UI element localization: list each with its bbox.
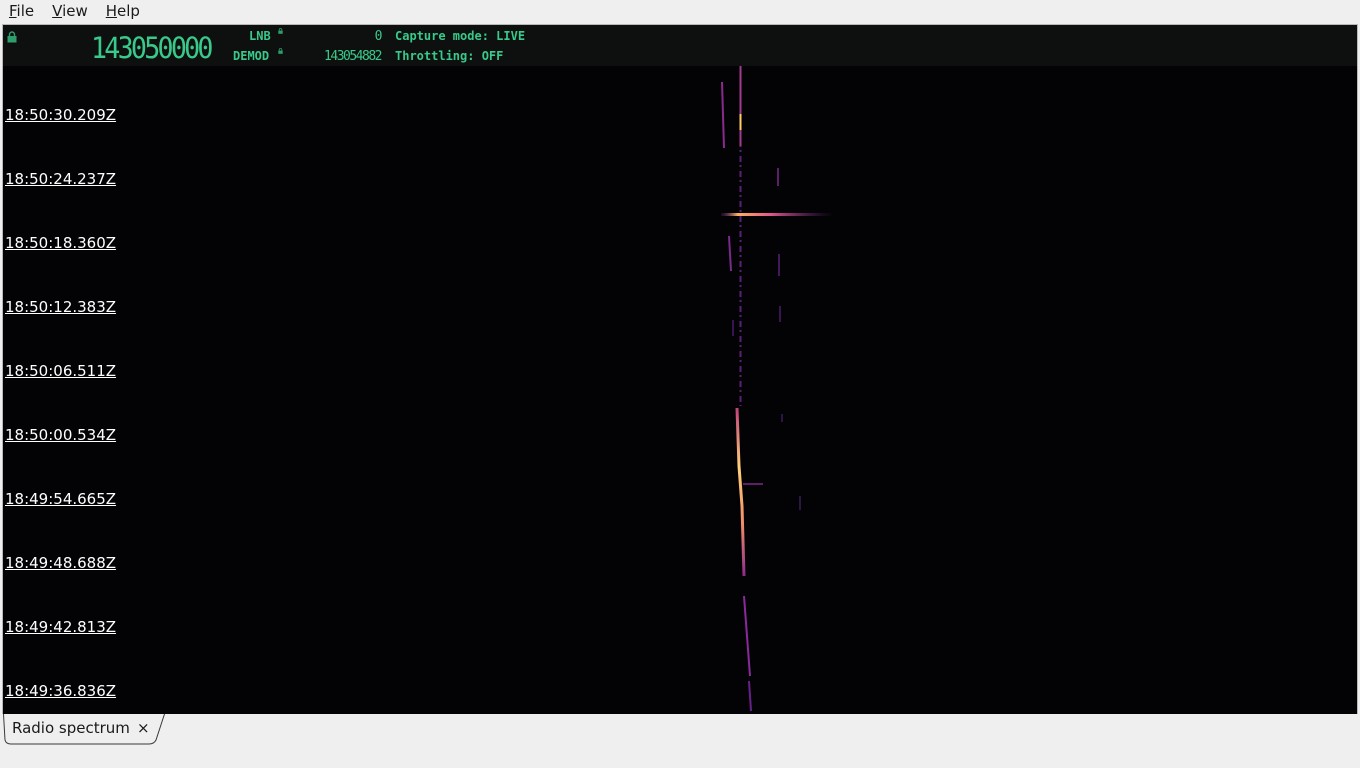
timestamp-label[interactable]: 18:50:18.360Z [5, 234, 116, 252]
timestamp-label[interactable]: 18:50:24.237Z [5, 170, 116, 188]
menu-view[interactable]: View [43, 0, 97, 22]
tab-label: Radio spectrum [12, 719, 130, 737]
timestamp-label[interactable]: 18:50:00.534Z [5, 426, 116, 444]
timestamp-label[interactable]: 18:49:42.813Z [5, 618, 116, 636]
tab-radio-spectrum[interactable]: Radio spectrum × [3, 714, 165, 745]
lnb-value[interactable]: 0 [303, 30, 383, 44]
timestamp-label[interactable]: 18:49:36.836Z [5, 682, 116, 700]
lnb-lock-icon[interactable] [278, 28, 283, 34]
drift-tail [743, 595, 751, 677]
waterfall-display[interactable] [3, 66, 1357, 715]
demod-lock-icon[interactable] [278, 48, 283, 54]
timestamp-label[interactable]: 18:49:48.688Z [5, 554, 116, 572]
drifting-signal [735, 407, 746, 577]
capture-mode-text: Capture mode: LIVE [395, 29, 526, 43]
demod-frequency-value[interactable]: 143054882 [303, 50, 382, 64]
timestamp-label[interactable]: 18:50:30.209Z [5, 106, 116, 124]
drift-tail-2 [748, 680, 752, 712]
lnb-label: LNB [249, 29, 271, 43]
menu-file[interactable]: File [0, 0, 43, 22]
menu-bar: File View Help [0, 0, 1360, 22]
timestamp-label[interactable]: 18:50:12.383Z [5, 298, 116, 316]
throttling-text: Throttling: OFF [395, 49, 504, 63]
lock-icon[interactable] [7, 31, 17, 43]
center-frequency-readout[interactable]: 143050000 [91, 33, 213, 63]
timestamp-label[interactable]: 18:49:54.665Z [5, 490, 116, 508]
side-trace-left-2 [728, 235, 732, 272]
horizontal-burst [721, 213, 833, 216]
spectrum-view: 143050000 LNB 0 DEMOD 143054882 Capture … [2, 24, 1358, 716]
timestamp-label[interactable]: 18:50:06.511Z [5, 362, 116, 380]
close-icon[interactable]: × [137, 719, 150, 737]
tab-bar: Radio spectrum × [0, 714, 1360, 768]
demod-label: DEMOD [233, 49, 270, 63]
side-trace-left [721, 81, 725, 149]
menu-help[interactable]: Help [97, 0, 149, 22]
status-panel: 143050000 LNB 0 DEMOD 143054882 Capture … [3, 25, 1357, 66]
